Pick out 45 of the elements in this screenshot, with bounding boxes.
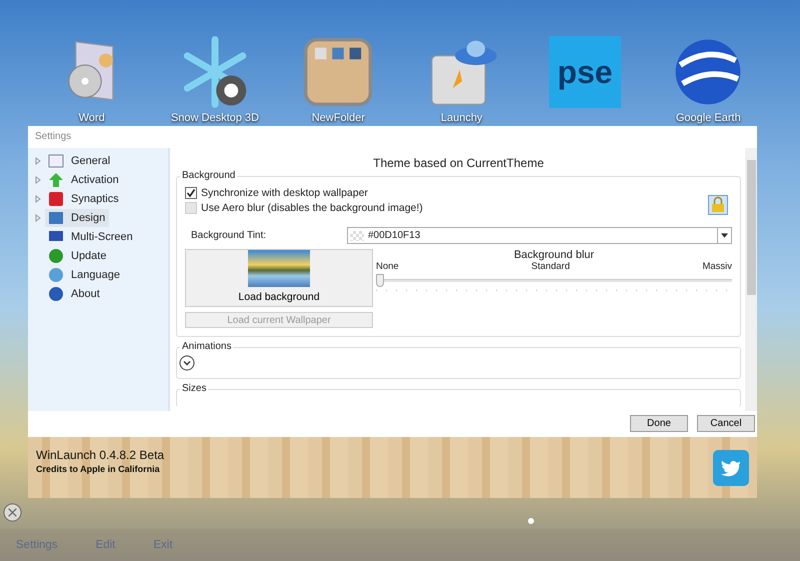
done-button[interactable]: Done (630, 415, 688, 432)
sidebar-item[interactable]: Synaptics (45, 190, 123, 208)
app-label: Word (78, 112, 105, 124)
up-arrow-icon (48, 172, 64, 188)
app-label: Launchy (440, 112, 482, 124)
credits-text: Credits to Apple in California (36, 464, 161, 474)
load-background-button[interactable]: Load background (185, 249, 373, 307)
app-label: Snow Desktop 3D (170, 112, 259, 124)
expand-chevron-icon[interactable] (179, 355, 195, 371)
slider-tick-label: Standard (531, 261, 570, 272)
slider-thumb[interactable] (376, 274, 384, 287)
page-indicator-dot[interactable] (528, 518, 534, 524)
dialog-title: Settings (34, 130, 72, 144)
bird-icon[interactable] (713, 450, 749, 486)
blur-title: Background blur (512, 249, 596, 261)
app-label: NewFolder (312, 112, 365, 124)
sidebar-item[interactable]: Update (45, 246, 110, 264)
tint-label: Background Tint: (190, 230, 268, 241)
expand-triangle-icon[interactable] (35, 194, 41, 202)
sidebar-item[interactable]: General (45, 152, 114, 170)
theme-heading: Theme based on CurrentTheme (372, 156, 545, 170)
slider-tick-label: None (376, 261, 399, 272)
checkbox[interactable] (185, 187, 197, 199)
landscape-thumbnail (248, 250, 310, 287)
pse-logo[interactable]: pse (548, 36, 621, 108)
expand-triangle-icon[interactable] (35, 156, 41, 164)
lock-icon[interactable] (708, 195, 728, 215)
group-title: Animations (180, 341, 234, 352)
checkbox-option[interactable]: Synchronize with desktop wallpaper (185, 187, 423, 199)
expand-triangle-icon[interactable] (35, 214, 41, 222)
sidebar-item[interactable]: Language (45, 266, 124, 284)
app-version: WinLaunch 0.4.8.2 Beta (36, 448, 164, 462)
expand-triangle-icon[interactable] (35, 176, 41, 184)
close-icon[interactable] (3, 503, 22, 522)
tint-dropdown[interactable]: #00D10F13 (347, 227, 732, 244)
sidebar-item[interactable]: Activation (45, 170, 123, 188)
sidebar-item[interactable]: About (45, 284, 104, 302)
scrollbar[interactable] (745, 148, 757, 411)
app-label: Google Earth (676, 112, 741, 124)
group-title: Sizes (180, 383, 208, 394)
group-title: Background (180, 170, 238, 181)
cancel-button[interactable]: Cancel (697, 415, 755, 432)
sidebar-item[interactable]: Design (45, 208, 110, 226)
sidebar-item[interactable]: Multi-Screen (45, 228, 137, 246)
slider-tick-label: Massiv (702, 261, 732, 272)
